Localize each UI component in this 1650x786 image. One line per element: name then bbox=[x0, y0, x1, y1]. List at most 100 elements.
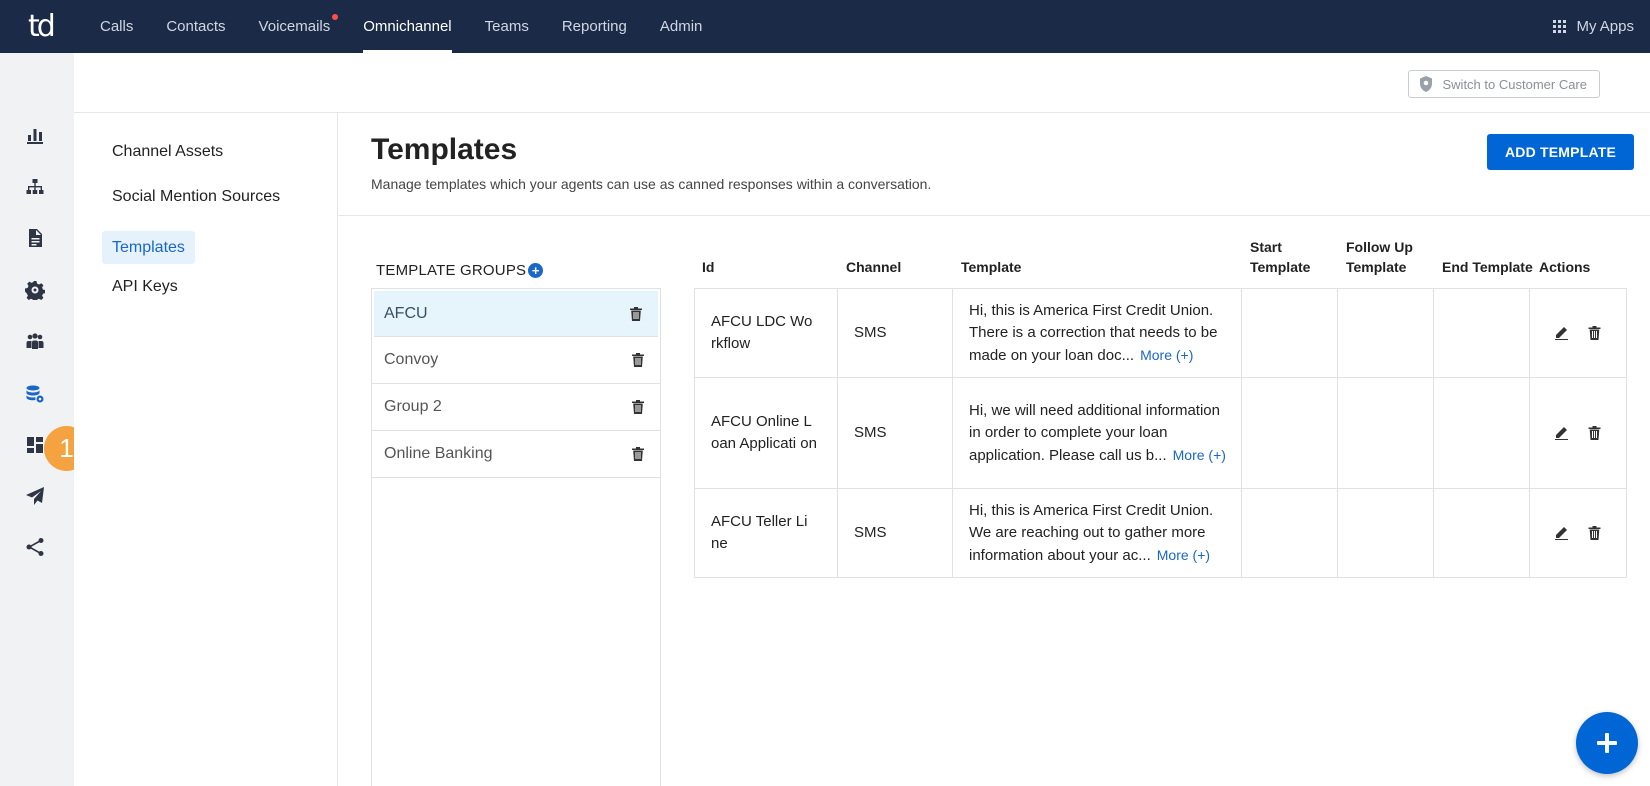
app-grid-icon bbox=[1553, 20, 1567, 33]
group-name: Group 2 bbox=[384, 398, 442, 415]
switch-label: Switch to Customer Care bbox=[1442, 76, 1588, 92]
col-header-line: Start bbox=[1250, 239, 1282, 255]
more-link[interactable]: More (+) bbox=[1173, 447, 1226, 463]
main-nav: Calls Contacts Voicemails Omnichannel Te… bbox=[100, 0, 735, 53]
gear-icon[interactable] bbox=[24, 279, 46, 301]
dashboard-icon[interactable] bbox=[24, 434, 46, 456]
col-header-channel: Channel bbox=[846, 259, 902, 275]
col-header-id: Id bbox=[702, 259, 715, 275]
switch-to-customer-care-button[interactable]: Switch to Customer Care bbox=[1407, 70, 1600, 98]
table-row: AFCU LDC Wo rkflow SMS Hi, this is Ameri… bbox=[694, 288, 1627, 378]
trash-icon[interactable] bbox=[1588, 426, 1601, 440]
cell-follow-up-template bbox=[1337, 488, 1434, 578]
main-content: Templates Manage templates which your ag… bbox=[338, 113, 1650, 786]
col-header-template: Template bbox=[961, 259, 1022, 275]
table-row: AFCU Online L oan Applicati on SMS Hi, w… bbox=[694, 377, 1627, 489]
app-logo[interactable]: td bbox=[0, 0, 84, 53]
col-header-line: Template bbox=[1346, 259, 1407, 275]
nav-item-contacts[interactable]: Contacts bbox=[166, 0, 225, 53]
plus-icon bbox=[1597, 733, 1617, 753]
omnichannel-side-menu: Channel Assets Social Mention Sources Te… bbox=[74, 113, 338, 786]
database-gear-icon[interactable] bbox=[24, 383, 46, 405]
templates-table: AFCU LDC Wo rkflow SMS Hi, this is Ameri… bbox=[694, 288, 1627, 578]
group-name: Convoy bbox=[384, 351, 439, 368]
cell-end-template bbox=[1433, 288, 1530, 378]
cell-id: AFCU Teller Li ne bbox=[694, 488, 838, 578]
template-groups-list: AFCU Convoy Group 2 Online Banking bbox=[371, 288, 661, 786]
cell-channel: SMS bbox=[837, 377, 953, 489]
more-link[interactable]: More (+) bbox=[1140, 347, 1193, 363]
group-name: Online Banking bbox=[384, 445, 493, 462]
cell-follow-up-template bbox=[1337, 377, 1434, 489]
page-title: Templates bbox=[371, 133, 518, 166]
cell-start-template bbox=[1241, 288, 1338, 378]
trash-icon[interactable] bbox=[632, 400, 644, 414]
col-header-line: Follow Up bbox=[1346, 239, 1413, 255]
trash-icon[interactable] bbox=[632, 353, 644, 367]
side-item-channel-assets[interactable]: Channel Assets bbox=[102, 135, 233, 168]
col-header-end-template: End Template bbox=[1442, 259, 1533, 275]
cell-actions bbox=[1529, 288, 1627, 378]
more-link[interactable]: More (+) bbox=[1157, 547, 1210, 563]
cell-channel: SMS bbox=[837, 488, 953, 578]
notification-dot bbox=[332, 14, 339, 20]
group-name: AFCU bbox=[384, 304, 428, 322]
icon-rail: 1 bbox=[0, 53, 89, 786]
add-template-button[interactable]: ADD TEMPLATE bbox=[1487, 134, 1634, 170]
send-icon[interactable] bbox=[24, 485, 46, 507]
table-row: AFCU Teller Li ne SMS Hi, this is Americ… bbox=[694, 488, 1627, 578]
template-groups-header: TEMPLATE GROUPS + bbox=[376, 262, 544, 279]
col-header-line: Template bbox=[1250, 259, 1311, 275]
nav-item-voicemails[interactable]: Voicemails bbox=[258, 0, 339, 53]
my-apps-menu[interactable]: My Apps bbox=[1553, 0, 1634, 53]
side-item-api-keys[interactable]: API Keys bbox=[102, 270, 188, 303]
document-icon[interactable] bbox=[24, 227, 46, 249]
add-group-icon[interactable]: + bbox=[528, 263, 544, 278]
nav-item-teams[interactable]: Teams bbox=[485, 0, 529, 53]
header-divider bbox=[338, 215, 1650, 216]
col-header-follow-up-template: Follow Up Template bbox=[1346, 237, 1413, 277]
template-groups-title: TEMPLATE GROUPS bbox=[376, 262, 527, 279]
nav-item-admin[interactable]: Admin bbox=[660, 0, 703, 53]
cell-id: AFCU Online L oan Applicati on bbox=[694, 377, 838, 489]
people-icon[interactable] bbox=[24, 331, 46, 353]
cell-start-template bbox=[1241, 377, 1338, 489]
cell-follow-up-template bbox=[1337, 288, 1434, 378]
group-item-afcu[interactable]: AFCU bbox=[374, 291, 658, 337]
col-header-start-template: Start Template bbox=[1250, 237, 1310, 277]
nav-item-omnichannel[interactable]: Omnichannel bbox=[363, 0, 453, 53]
nav-item-calls[interactable]: Calls bbox=[100, 0, 133, 53]
bar-chart-icon[interactable] bbox=[24, 125, 46, 147]
edit-icon[interactable] bbox=[1555, 426, 1568, 440]
sub-header: Switch to Customer Care bbox=[74, 53, 1650, 113]
page-description: Manage templates which your agents can u… bbox=[371, 176, 932, 192]
floating-add-button[interactable] bbox=[1576, 712, 1638, 774]
cell-channel: SMS bbox=[837, 288, 953, 378]
trash-icon[interactable] bbox=[1588, 326, 1601, 340]
cell-template: Hi, this is America First Credit Union. … bbox=[952, 488, 1242, 578]
side-item-templates[interactable]: Templates bbox=[102, 231, 195, 264]
cell-start-template bbox=[1241, 488, 1338, 578]
cell-end-template bbox=[1433, 377, 1530, 489]
cell-template: Hi, this is America First Credit Union. … bbox=[952, 288, 1242, 378]
trash-icon[interactable] bbox=[1588, 526, 1601, 540]
cell-id: AFCU LDC Wo rkflow bbox=[694, 288, 838, 378]
cell-end-template bbox=[1433, 488, 1530, 578]
col-header-actions: Actions bbox=[1539, 259, 1591, 275]
group-item-group-2[interactable]: Group 2 bbox=[372, 384, 660, 431]
share-icon[interactable] bbox=[24, 536, 46, 558]
top-nav-bar: td Calls Contacts Voicemails Omnichannel… bbox=[0, 0, 1650, 53]
cell-template: Hi, we will need additional information … bbox=[952, 377, 1242, 489]
group-item-online-banking[interactable]: Online Banking bbox=[372, 431, 660, 478]
trash-icon[interactable] bbox=[630, 306, 642, 321]
nav-item-label: Voicemails bbox=[258, 18, 331, 35]
edit-icon[interactable] bbox=[1555, 326, 1568, 340]
trash-icon[interactable] bbox=[632, 447, 644, 461]
nav-item-reporting[interactable]: Reporting bbox=[562, 0, 627, 53]
hierarchy-icon[interactable] bbox=[24, 176, 46, 198]
cell-actions bbox=[1529, 488, 1627, 578]
edit-icon[interactable] bbox=[1555, 526, 1568, 540]
cell-actions bbox=[1529, 377, 1627, 489]
group-item-convoy[interactable]: Convoy bbox=[372, 337, 660, 384]
side-item-social-mention-sources[interactable]: Social Mention Sources bbox=[102, 180, 290, 213]
